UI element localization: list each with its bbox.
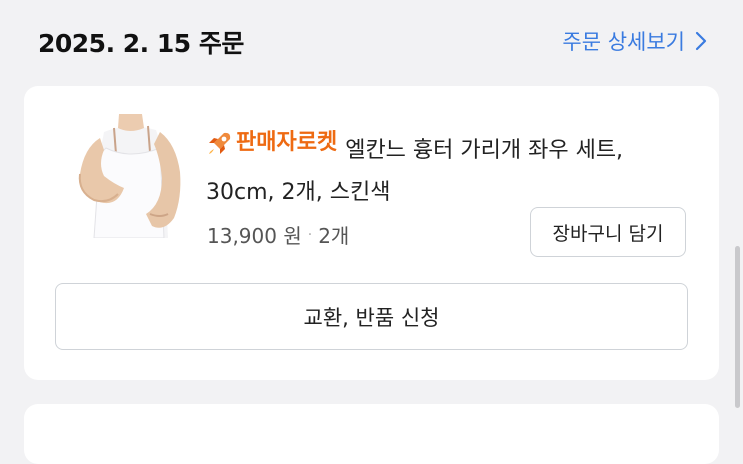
order-date-title: 2025. 2. 15 주문 xyxy=(38,29,244,58)
seller-rocket-label: 판매자로켓 xyxy=(236,130,338,155)
exchange-return-button[interactable]: 교환, 반품 신청 xyxy=(55,283,688,350)
scrollbar[interactable] xyxy=(735,246,740,408)
product-quantity: 2개 xyxy=(318,224,350,248)
rocket-icon xyxy=(209,132,231,154)
price-quantity-line: 13,900 원 · 2개 xyxy=(207,220,349,249)
seller-rocket-badge: 판매자로켓 xyxy=(206,122,337,164)
product-price: 13,900 원 xyxy=(207,224,302,248)
order-item-card: 판매자로켓 엘칸느 흉터 가리개 좌우 세트, 30cm, 2개, 스킨색 13… xyxy=(24,86,719,380)
next-order-card xyxy=(24,404,719,464)
order-header: 2025. 2. 15 주문 주문 상세보기 xyxy=(0,0,743,84)
order-detail-link[interactable]: 주문 상세보기 xyxy=(562,26,707,56)
order-detail-link-label: 주문 상세보기 xyxy=(562,30,685,54)
chevron-right-icon xyxy=(695,31,707,51)
product-thumbnail[interactable] xyxy=(64,114,194,238)
product-title[interactable]: 판매자로켓 엘칸느 흉터 가리개 좌우 세트, 30cm, 2개, 스킨색 xyxy=(206,122,686,214)
separator-dot: · xyxy=(307,226,313,243)
add-to-cart-button[interactable]: 장바구니 담기 xyxy=(530,207,686,257)
